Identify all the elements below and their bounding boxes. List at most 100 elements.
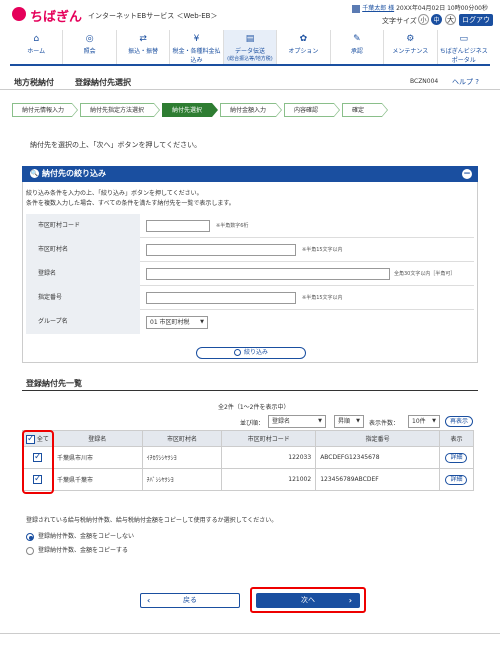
step-1: 納付元情報入力 [12, 103, 78, 117]
detail-button[interactable]: 詳細 [445, 474, 468, 485]
screen-id: BCZN004 [410, 78, 439, 85]
detail-button[interactable]: 詳細 [445, 452, 468, 463]
font-size-small-button[interactable]: 小 [418, 14, 429, 25]
col-display: 表示 [438, 430, 475, 447]
back-button-label: 戻る [183, 596, 197, 604]
group-select[interactable]: 01 市区町村税 [146, 316, 208, 329]
sort-label: 並び順： [240, 420, 265, 427]
option-icon: ✿ [299, 34, 308, 44]
service-name: インターネットEBサービス ＜Web-EB＞ [88, 12, 218, 20]
table-header-row: 全て 登録名 市区町村名 市区町村コード 指定番号 表示 [22, 430, 475, 447]
filter-panel-title: 納付先の絞り込み [42, 169, 106, 178]
copy-note: 登録されている給与税納付件数、給与税納付金額をコピーして使用するか選択してくださ… [26, 517, 278, 524]
font-size-large-button[interactable]: 大 [445, 14, 456, 25]
nav-item-home[interactable]: ⌂ ホーム [10, 30, 64, 64]
nav-item-data-transmit[interactable]: ▤ データ伝送 (総合振込等/地方税) [223, 30, 278, 64]
collapse-icon[interactable]: − [462, 169, 472, 179]
city-code-cell: 122033 [221, 446, 317, 469]
tax-icon: ¥ [193, 34, 200, 44]
table-row: 千葉県千葉市 ﾁﾊﾞｼｼﾔｸｼﾖ 121002 123456789ABCDEF … [22, 468, 475, 491]
filter-button[interactable]: 絞り込み [196, 347, 306, 359]
select-all-label: 全て [36, 435, 49, 443]
detail-cell: 詳細 [438, 446, 475, 469]
filter-row-registered-name: 登録名 全角30文字以内［半角可］ [26, 262, 474, 286]
registered-name-cell: 千葉県千葉市 [51, 468, 143, 491]
nav-item-label: オプション [288, 48, 319, 55]
nav-item-sublabel: (総合振込等/地方税) [227, 56, 273, 62]
nav-item-label: メンテナンス [392, 48, 429, 55]
designation-no-input[interactable] [146, 292, 296, 304]
detail-cell: 詳細 [438, 468, 475, 491]
progress-steps: 納付元情報入力 納付先指定方法選択 納付先選択 納付金額入力 内容確認 確定 [12, 103, 488, 117]
col-designation-no: 指定番号 [315, 430, 440, 447]
nav-item-label: ホーム [27, 48, 46, 55]
back-button[interactable]: ‹ 戻る [140, 593, 240, 608]
header: ちばぎん インターネットEBサービス ＜Web-EB＞ 千葉太郎 様 20XX年… [0, 0, 500, 36]
nav-item-portal[interactable]: ▭ ちばぎんビジネスポータル [438, 30, 490, 64]
nav-item-approval[interactable]: ✎ 承認 [331, 30, 385, 64]
data-transmit-icon: ▤ [245, 34, 255, 44]
search-icon [233, 349, 241, 356]
filter-row-city-name: 市区町村名 ※半角15文字以内 [26, 238, 474, 262]
city-name-label: 市区町村名 [26, 238, 140, 262]
list-title: 登録納付先一覧 [26, 379, 82, 388]
city-name-input[interactable] [146, 244, 296, 256]
redisplay-button[interactable]: 再表示 [445, 416, 473, 427]
font-size-medium-button[interactable]: 中 [431, 14, 442, 25]
select-all-checkbox[interactable] [26, 434, 35, 444]
step-2: 納付先指定方法選択 [80, 103, 160, 117]
row-checkbox[interactable] [32, 474, 42, 484]
nav-item-search[interactable]: ◎ 照会 [63, 30, 117, 64]
logout-button[interactable]: ログアウト [459, 14, 493, 36]
user-info: 千葉太郎 様 20XX年04月02日 10時00分00秒 [352, 3, 488, 13]
city-name-hint: ※半角15文字以内 [302, 247, 343, 253]
copy-option-yes-label: 登録納付件数、金額をコピーする [38, 547, 129, 554]
nav-item-label: 税金・各種料金払込み [172, 48, 221, 64]
city-name-cell: ｲﾁｶﾜｼｼﾔｸｼﾖ [141, 446, 223, 469]
sort-select[interactable]: 登録名 [268, 415, 326, 428]
city-code-cell: 121002 [221, 468, 317, 491]
step-4: 納付金額入力 [220, 103, 282, 117]
search-icon: ◎ [85, 34, 94, 44]
login-datetime: 20XX年04月02日 10時00分00秒 [396, 5, 488, 12]
registered-name-label: 登録名 [26, 262, 140, 286]
instruction-text: 納付先を選択の上、「次へ」ボタンを押してください。 [30, 141, 202, 149]
chevron-left-icon: ‹ [147, 596, 151, 605]
nav-item-transfer[interactable]: ⇄ 振込・振替 [117, 30, 171, 64]
filter-row-designation-no: 指定番号 ※半角15文字以内 [26, 286, 474, 310]
designation-no-cell: 123456789ABCDEF [315, 468, 440, 491]
city-code-input[interactable] [146, 220, 210, 232]
title-bar: 地方税納付 登録納付先選択 BCZN004 ヘルプ ? [0, 72, 500, 90]
bank-logo-icon [12, 7, 26, 21]
nav-item-maintenance[interactable]: ⚙ メンテナンス [384, 30, 438, 64]
table-row: 千葉県市川市 ｲﾁｶﾜｼｼﾔｸｼﾖ 122033 ABCDEFG12345678… [22, 446, 475, 469]
row-checkbox-cell [22, 468, 53, 491]
registered-name-hint: 全角30文字以内［半角可］ [394, 271, 456, 277]
row-checkbox[interactable] [32, 452, 42, 462]
col-registered-name: 登録名 [51, 430, 143, 447]
next-button-highlight: 次へ › [250, 587, 366, 613]
filter-row-group: グループ名 01 市区町村税 [26, 310, 474, 334]
per-page-label: 表示件数： [369, 420, 400, 427]
registered-name-input[interactable] [146, 268, 390, 280]
designation-no-cell: ABCDEFG12345678 [315, 446, 440, 469]
radio-button[interactable] [26, 532, 34, 541]
city-code-hint: ※半角数字6桁 [216, 223, 249, 229]
copy-option-yes[interactable]: 登録納付件数、金額をコピーする [26, 545, 128, 555]
next-button[interactable]: 次へ › [256, 593, 360, 608]
help-link[interactable]: ヘルプ ? [452, 77, 479, 87]
radio-button[interactable] [26, 546, 34, 555]
nav-item-option[interactable]: ✿ オプション [277, 30, 331, 64]
filter-panel-header[interactable]: 🔍 納付先の絞り込み − [22, 166, 478, 182]
filter-row-city-code: 市区町村コード ※半角数字6桁 [26, 214, 474, 238]
per-page-select[interactable]: 10件 [408, 415, 440, 428]
user-name-link[interactable]: 千葉太郎 様 [362, 5, 394, 12]
maintenance-icon: ⚙ [406, 34, 415, 44]
approval-icon: ✎ [353, 34, 361, 44]
copy-option-no[interactable]: 登録納付件数、金額をコピーしない [26, 531, 134, 541]
filter-note-1: 絞り込み条件を入力の上、「絞り込み」ボタンを押してください。 [26, 190, 203, 197]
order-select[interactable]: 昇順 [334, 415, 364, 428]
nav-item-tax[interactable]: ¥ 税金・各種料金払込み [170, 30, 224, 64]
list-divider [22, 390, 478, 391]
bank-logo-text: ちばぎん [30, 10, 83, 25]
